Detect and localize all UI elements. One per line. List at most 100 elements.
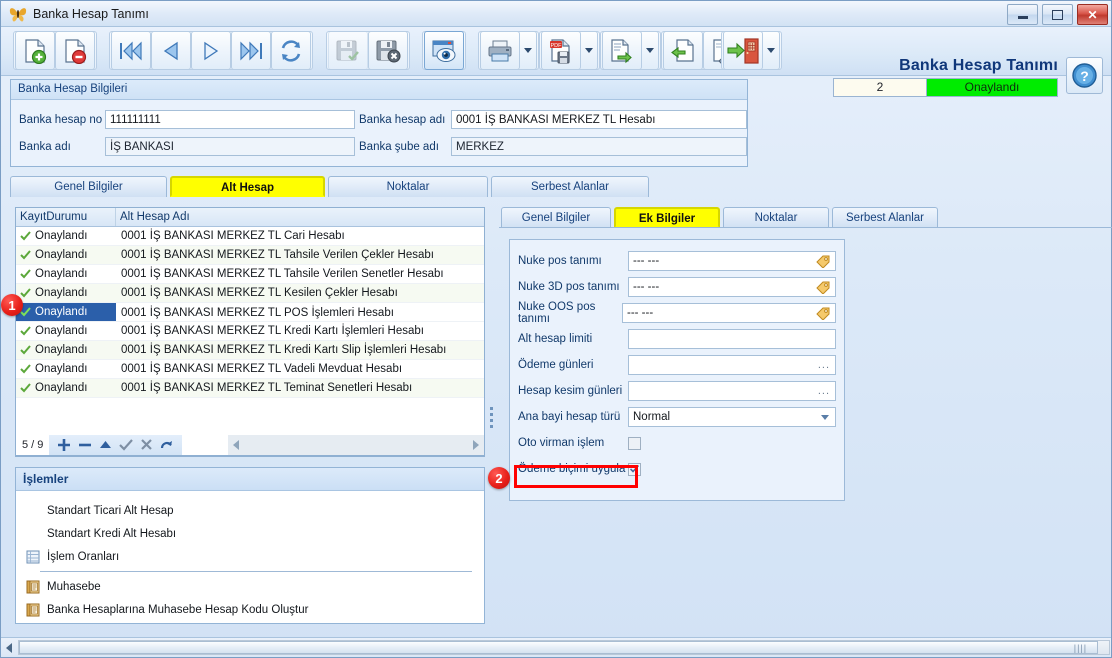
export-pdf-button[interactable]: PDF <box>541 31 581 70</box>
operation-islem-oranlari[interactable]: İşlem Oranları <box>16 545 484 568</box>
help-button[interactable]: ? <box>1066 57 1103 94</box>
check-icon[interactable] <box>119 438 133 451</box>
operation-standart-kredi-alt-hesabi[interactable]: Standart Kredi Alt Hesabı <box>16 522 484 545</box>
ellipsis-icon[interactable]: ... <box>818 359 835 371</box>
tab-serbest-alanlar[interactable]: Serbest Alanlar <box>491 176 649 197</box>
triangle-up-icon[interactable] <box>99 438 112 451</box>
ana-bayi-hesap-turu-dropdown[interactable]: Normal <box>628 407 836 427</box>
check-icon <box>20 345 31 355</box>
scroll-left-button[interactable] <box>1 640 17 656</box>
right-tab-noktalar[interactable]: Noktalar <box>723 207 829 228</box>
operation-standart-ticari-alt-hesap[interactable]: Standart Ticari Alt Hesap <box>16 499 484 522</box>
print-button[interactable] <box>480 31 520 70</box>
tab-alt-hesap[interactable]: Alt Hesap <box>170 176 325 197</box>
operation-label: Banka Hesaplarına Muhasebe Hesap Kodu Ol… <box>47 604 308 616</box>
odeme-gunleri-input[interactable]: ... <box>628 355 836 375</box>
refresh-button[interactable] <box>271 31 311 70</box>
page-title: Banka Hesap Tanımı <box>899 57 1058 75</box>
row-status-cell: Onaylandı <box>16 246 116 264</box>
grid-column-header-altHesapAdi[interactable]: Alt Hesap Adı <box>116 208 484 226</box>
print-dropdown-button[interactable] <box>520 31 537 70</box>
sub-accounts-grid[interactable]: KayıtDurumu Alt Hesap Adı Onaylandı 0001… <box>15 207 485 457</box>
grid-record-counter: 5 / 9 <box>16 439 49 451</box>
next-record-button[interactable] <box>191 31 231 70</box>
field-bank-account-name: Banka hesap adı 0001 İŞ BANKASI MERKEZ T… <box>359 110 747 129</box>
right-tabs: Genel Bilgiler Ek Bilgiler Noktalar Serb… <box>501 207 938 228</box>
hesap-kesim-gunleri-input[interactable]: ... <box>628 381 836 401</box>
table-row[interactable]: Onaylandı 0001 İŞ BANKASI MERKEZ TL Cari… <box>16 227 484 246</box>
tag-lookup-icon[interactable] <box>816 307 831 320</box>
tab-genel-bilgiler[interactable]: Genel Bilgiler <box>10 176 167 197</box>
cancel-save-button[interactable] <box>368 31 408 70</box>
scroll-left-icon <box>5 643 13 653</box>
table-row[interactable]: Onaylandı 0001 İŞ BANKASI MERKEZ TL Kred… <box>16 341 484 360</box>
plus-icon[interactable] <box>57 438 71 452</box>
tab-noktalar[interactable]: Noktalar <box>328 176 488 197</box>
nuke-3d-pos-tanimi-input[interactable]: --- --- <box>628 277 836 297</box>
operations-panel: İşlemler Standart Ticari Alt Hesap Stand… <box>15 467 485 624</box>
odeme-bicimi-uygula-checkbox[interactable] <box>628 463 641 476</box>
oto-virman-islem-checkbox[interactable] <box>628 437 641 450</box>
check-icon <box>630 465 639 473</box>
delete-record-button[interactable] <box>55 31 95 70</box>
bottom-scrollbar[interactable]: |||| <box>1 637 1111 657</box>
grid-horizontal-scrollbar[interactable] <box>228 435 484 455</box>
field-label: Nuke 3D pos tanımı <box>518 281 628 293</box>
operations-title: İşlemler <box>16 468 484 491</box>
new-record-button[interactable] <box>15 31 55 70</box>
tag-lookup-icon[interactable] <box>816 281 831 294</box>
toolbar-group-exit <box>721 31 782 70</box>
row-status-cell: Onaylandı <box>16 360 116 378</box>
row-name-cell: 0001 İŞ BANKASI MERKEZ TL POS İşlemleri … <box>116 303 484 321</box>
tag-lookup-icon[interactable] <box>816 255 831 268</box>
scroll-right-icon[interactable] <box>473 440 479 450</box>
panel-splitter[interactable] <box>488 399 494 435</box>
undo-arrow-icon[interactable] <box>160 438 174 451</box>
minimize-button[interactable] <box>1007 4 1038 25</box>
x-icon[interactable] <box>140 438 153 451</box>
copy-records-button[interactable] <box>602 31 642 70</box>
table-row[interactable]: Onaylandı 0001 İŞ BANKASI MERKEZ TL Kred… <box>16 322 484 341</box>
minus-icon[interactable] <box>78 438 92 452</box>
right-tab-ek-bilgiler[interactable]: Ek Bilgiler <box>614 207 720 228</box>
save-button[interactable] <box>328 31 368 70</box>
exit-button[interactable] <box>723 31 763 70</box>
main-toolbar: PDF <box>1 27 1111 76</box>
nuke-pos-tanimi-input[interactable]: --- --- <box>628 251 836 271</box>
operation-muhasebe[interactable]: Muhasebe <box>16 575 484 598</box>
chevron-down-icon <box>646 48 654 53</box>
table-row[interactable]: Onaylandı 0001 İŞ BANKASI MERKEZ TL Tahs… <box>16 246 484 265</box>
export-dropdown-button[interactable] <box>581 31 598 70</box>
table-row[interactable]: Onaylandı 0001 İŞ BANKASI MERKEZ TL Temi… <box>16 379 484 398</box>
row-status-cell: Onaylandı <box>16 227 116 245</box>
table-row-selected[interactable]: Onaylandı 0001 İŞ BANKASI MERKEZ TL POS … <box>16 303 484 322</box>
bank-account-name-input[interactable]: 0001 İŞ BANKASI MERKEZ TL Hesabı <box>451 110 747 129</box>
right-tab-genel-bilgiler[interactable]: Genel Bilgiler <box>501 207 611 228</box>
field-label: Alt hesap limiti <box>518 333 628 345</box>
maximize-button[interactable] <box>1042 4 1073 25</box>
previous-record-button[interactable] <box>151 31 191 70</box>
table-row[interactable]: Onaylandı 0001 İŞ BANKASI MERKEZ TL Vade… <box>16 360 484 379</box>
copy-dropdown-button[interactable] <box>642 31 659 70</box>
alt-hesap-limiti-input[interactable] <box>628 329 836 349</box>
table-row[interactable]: Onaylandı 0001 İŞ BANKASI MERKEZ TL Kesi… <box>16 284 484 303</box>
scrollbar-thumb[interactable]: |||| <box>19 641 1098 654</box>
bank-account-no-input[interactable]: 111111111 <box>105 110 355 129</box>
nuke-oos-pos-tanimi-input[interactable]: --- --- <box>622 303 836 323</box>
back-button[interactable] <box>663 31 703 70</box>
close-button[interactable]: ✕ <box>1077 4 1108 25</box>
operation-banka-hesaplarina-muhasebe-hesap-kodu-olustur[interactable]: Banka Hesaplarına Muhasebe Hesap Kodu Ol… <box>16 598 484 621</box>
toolbar-group-record <box>13 31 97 70</box>
first-record-button[interactable] <box>111 31 151 70</box>
chevron-down-icon[interactable] <box>821 415 829 420</box>
scrollbar-track[interactable]: |||| <box>18 640 1110 655</box>
scroll-left-icon[interactable] <box>233 440 239 450</box>
right-tab-serbest-alanlar[interactable]: Serbest Alanlar <box>832 207 938 228</box>
table-row[interactable]: Onaylandı 0001 İŞ BANKASI MERKEZ TL Tahs… <box>16 265 484 284</box>
grid-column-header-kayitdurumu[interactable]: KayıtDurumu <box>16 208 116 226</box>
last-record-button[interactable] <box>231 31 271 70</box>
ellipsis-icon[interactable]: ... <box>818 385 835 397</box>
preview-button[interactable] <box>424 31 464 70</box>
header-texts: Banka Hesap Tanımı 2 Onaylandı <box>833 57 1058 97</box>
exit-dropdown-button[interactable] <box>763 31 780 70</box>
